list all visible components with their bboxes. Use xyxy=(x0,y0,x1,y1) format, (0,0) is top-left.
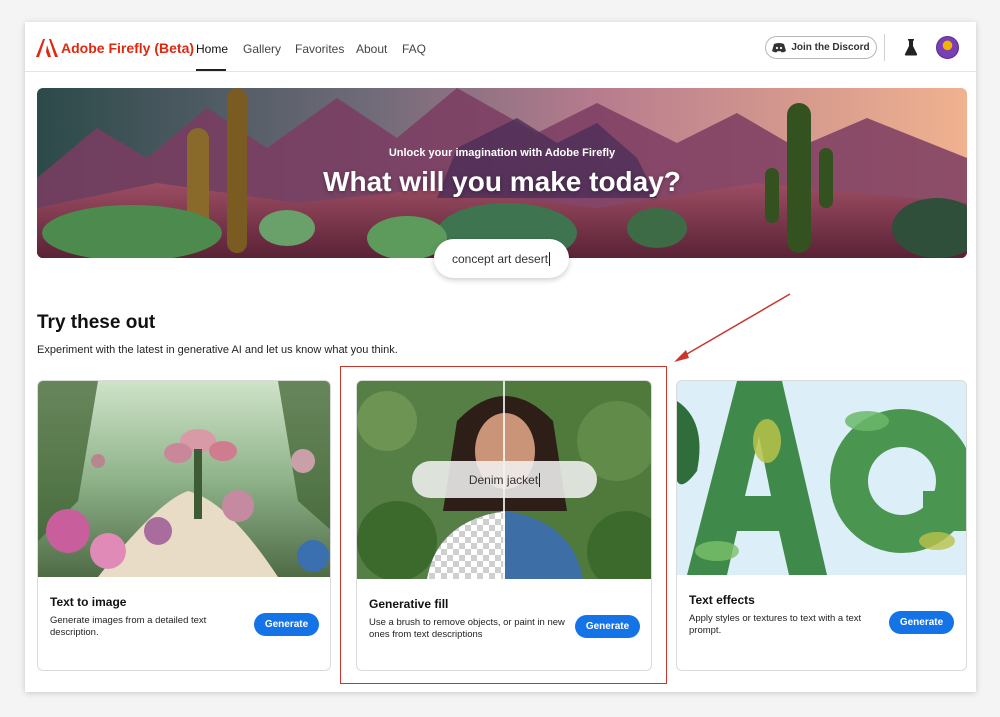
text-caret xyxy=(549,251,551,266)
adobe-logo-icon[interactable] xyxy=(36,39,58,57)
brand-title[interactable]: Adobe Firefly (Beta) xyxy=(61,40,194,56)
active-nav-indicator xyxy=(196,69,226,71)
nav-faq[interactable]: FAQ xyxy=(402,42,426,56)
leafy-letters-image xyxy=(677,381,966,575)
flask-icon[interactable] xyxy=(904,39,918,56)
prompt-input[interactable]: concept art desert xyxy=(434,239,569,278)
nav-home[interactable]: Home xyxy=(196,42,228,56)
card-text-to-image[interactable]: Text to image Generate images from a det… xyxy=(37,380,331,671)
nav-about[interactable]: About xyxy=(356,42,387,56)
hero-banner: Unlock your imagination with Adobe Firef… xyxy=(37,88,967,258)
fantasy-garden-image xyxy=(38,381,330,577)
user-avatar[interactable] xyxy=(936,36,959,59)
card-text-effects[interactable]: Text effects Apply styles or textures to… xyxy=(676,380,967,671)
discord-icon xyxy=(772,42,787,52)
nav-favorites[interactable]: Favorites xyxy=(295,42,344,56)
section-description: Experiment with the latest in generative… xyxy=(37,344,398,356)
card-title: Text to image xyxy=(50,595,127,609)
card-description: Apply styles or textures to text with a … xyxy=(689,613,862,636)
hero-title: What will you make today? xyxy=(323,166,681,197)
generate-button[interactable]: Generate xyxy=(889,611,954,634)
section-title: Try these out xyxy=(37,312,156,333)
annotation-highlight-box xyxy=(340,366,667,684)
join-discord-button[interactable]: Join the Discord xyxy=(765,36,877,59)
top-header: Adobe Firefly (Beta) Home Gallery Favori… xyxy=(25,22,976,72)
prompt-input-value: concept art desert xyxy=(452,251,549,266)
discord-label: Join the Discord xyxy=(791,42,870,53)
card-description: Generate images from a detailed text des… xyxy=(50,615,207,638)
generate-button[interactable]: Generate xyxy=(254,613,319,636)
header-divider xyxy=(884,34,885,61)
hero-subtitle: Unlock your imagination with Adobe Firef… xyxy=(388,147,616,159)
card-title: Text effects xyxy=(689,593,755,607)
nav-gallery[interactable]: Gallery xyxy=(243,42,281,56)
